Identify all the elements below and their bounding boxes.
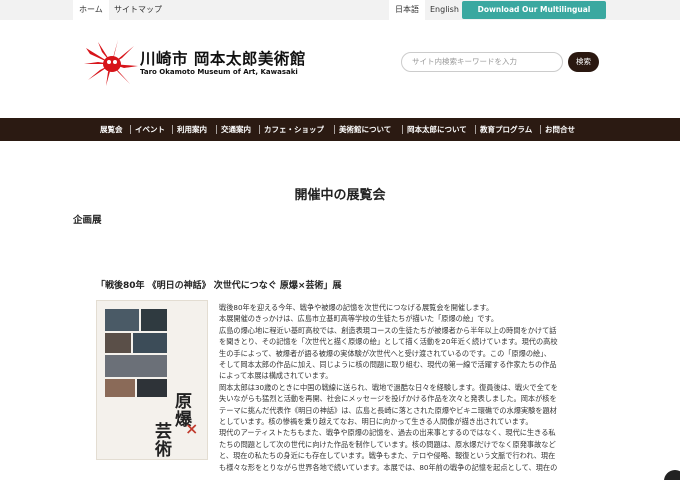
description-line: 広島の爆心地に程近い基町高校では、創造表現コースの生徒たちが被爆者から半年以上の… [219,325,557,335]
nav-item-exhibitions[interactable]: 展覧会 [100,118,123,141]
poster-photo [133,333,167,353]
poster-photo [137,379,167,397]
description-line: 戦後80年を迎える今年、戦争や被爆の記憶を次世代につなげる展覧会を開催します。 [219,303,494,312]
section-label: 企画展 [73,215,102,226]
scroll-to-top-button[interactable] [664,470,680,480]
description-line: も様々な形をとりながら世界各地で続いています。本展では、80年前の戦争の記憶を起… [219,462,558,472]
poster-photo [105,309,139,331]
search-input[interactable]: サイト内検索キーワードを入力 [401,52,563,72]
main-nav: 展覧会 イベント 利用案内 交通案内 カフェ・ショップ 美術館について 岡本太郎… [0,118,680,141]
site-title[interactable]: 川崎市 岡本太郎美術館 [140,47,306,69]
nav-item-about-museum[interactable]: 美術館について [339,118,391,141]
description-line: そして岡本太郎の作品に加え、同じように核の問題に取り組む、現代の第一線で活躍する… [219,360,557,370]
poster-photo [105,379,135,397]
exhibition-poster[interactable]: 原爆 × 芸術 [96,300,208,460]
description-line: 生の手によって、被爆者が語る被爆の実体験が次世代へと受け渡されているのです。この… [219,348,551,358]
site-subtitle: Taro Okamoto Museum of Art, Kawasaki [140,68,298,76]
lang-en-link[interactable]: English [424,0,465,20]
nav-item-about-taro[interactable]: 岡本太郎について [407,118,467,141]
poster-headline-2: 芸術 [155,422,172,460]
lang-ja-link[interactable]: 日本語 [389,0,425,20]
nav-divider [540,125,541,134]
exhibition-description: 戦後80年を迎える今年、戦争や被爆の記憶を次世代につなげる展覧会を開催します。 … [219,302,589,473]
nav-item-contact[interactable]: お問合せ [545,118,575,141]
poster-photo [141,309,167,331]
utility-bar: ホーム サイトマップ 日本語 English Download Our Mult… [0,0,680,32]
nav-divider [402,125,403,134]
description-line: を聞きとり、その記憶を「次世代と描く原爆の絵」として描く活動を20年近く続けてい… [219,337,558,347]
nav-divider [172,125,173,134]
poster-vertical-caption [171,311,183,401]
nav-divider [334,125,335,134]
nav-item-cafe-shop[interactable]: カフェ・ショップ [264,118,324,141]
brochure-download-button[interactable]: Download Our Multilingual Brochures [462,1,606,32]
nav-divider [216,125,217,134]
poster-photo [105,333,131,353]
description-line: と、現在の私たちの身近にも存在しています。戦争もまた、テロや侵略、報復という文脈… [219,451,556,461]
description-line: たちの問題として次の世代に向けた作品を制作しています。核の問題は、原水爆だけでな… [219,439,556,449]
nav-divider [130,125,131,134]
description-line: テーマに挑んだ代表作《明日の神話》は、広島と長崎に落とされた原爆やビキニ環礁での… [219,405,557,415]
description-line: 失いながらも猛烈と活動を再開、社会にメッセージを投げかける作品を次々と発表しまし… [219,394,557,404]
description-line: 岡本太郎は30歳のときに中国の戦線に送られ、戦地で過酷な日々を経験します。復員後… [219,382,558,392]
description-line: によって本展は構成されています。 [219,371,333,381]
nav-item-education[interactable]: 教育プログラム [480,118,532,141]
nav-item-visitor-info[interactable]: 利用案内 [177,118,207,141]
sitemap-link[interactable]: サイトマップ [108,0,168,20]
nav-divider [259,125,260,134]
home-link[interactable]: ホーム [73,0,109,20]
description-line: 本展開催のきっかけは、広島市立基町高等学校の生徒たちが描いた「原爆の絵」です。 [219,314,499,324]
nav-item-events[interactable]: イベント [135,118,165,141]
description-line: としています。核の惨禍を乗り越えてなお、明日に向かって生きる人間像が描き出されて… [219,417,533,427]
exhibition-title[interactable]: 「戦後80年 《明日の神話》 次世代につなぐ 原爆×芸術」展 [96,278,341,291]
museum-logo-icon[interactable] [84,40,138,86]
poster-cross: × [185,419,199,438]
poster-photo [105,355,167,377]
page-title: 開催中の展覧会 [294,188,386,203]
description-line: 現代のアーティストたちもまた、戦争や原爆の記憶を、過去の出来事とするのではなく、… [219,428,556,438]
nav-item-access[interactable]: 交通案内 [221,118,251,141]
search-button[interactable]: 検索 [568,52,599,72]
nav-divider [475,125,476,134]
